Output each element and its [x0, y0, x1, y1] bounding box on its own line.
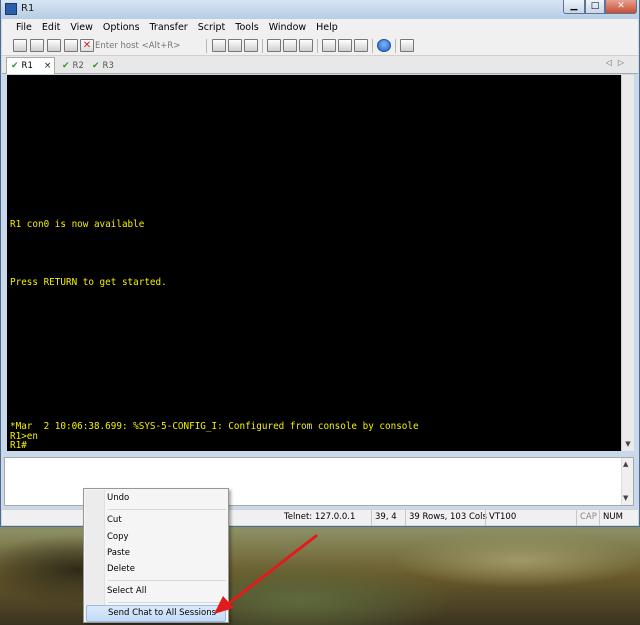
- tab-r3[interactable]: ✔ R3: [88, 57, 118, 74]
- reconnect-icon[interactable]: [64, 39, 78, 52]
- host-input[interactable]: [95, 38, 201, 53]
- status-connection: Telnet: 127.0.0.1: [284, 512, 356, 522]
- window-title: R1: [21, 3, 35, 14]
- tab-label: R3: [102, 60, 114, 71]
- print-selection-icon[interactable]: [299, 39, 313, 52]
- toolbar-separator: [372, 39, 373, 53]
- status-cursor: 39, 4: [371, 510, 404, 526]
- menu-transfer[interactable]: Transfer: [145, 22, 193, 33]
- quick-connect-icon[interactable]: [30, 39, 44, 52]
- menu-item-paste[interactable]: Paste: [86, 545, 226, 562]
- close-button[interactable]: ✕: [605, 0, 637, 14]
- menu-separator: [108, 580, 226, 581]
- tab-label: R2: [72, 60, 84, 71]
- menu-item-send-chat-to-all-sessions[interactable]: Send Chat to All Sessions: [86, 605, 226, 622]
- context-menu: Undo Cut Copy Paste Delete Select All Se…: [83, 488, 229, 623]
- menu-separator: [108, 602, 226, 603]
- menu-window[interactable]: Window: [264, 22, 311, 33]
- close-tab-icon[interactable]: ×: [44, 61, 52, 71]
- session-manager-icon[interactable]: [47, 39, 61, 52]
- terminal-line: R1#: [10, 440, 27, 451]
- menu-item-cut[interactable]: Cut: [86, 512, 226, 529]
- check-icon: ✔: [62, 60, 70, 71]
- tab-label: R1: [21, 61, 33, 71]
- disconnect-icon[interactable]: ✕: [80, 39, 94, 52]
- minimize-button[interactable]: ▁: [563, 0, 585, 14]
- print-icon[interactable]: [283, 39, 297, 52]
- scroll-down-icon[interactable]: ▼: [623, 439, 633, 449]
- menu-item-delete[interactable]: Delete: [86, 561, 226, 578]
- terminal-line: R1 con0 is now available: [10, 219, 145, 230]
- toolbar-separator: [206, 39, 207, 53]
- menu-item-undo[interactable]: Undo: [86, 490, 226, 507]
- terminal-line: Press RETURN to get started.: [10, 277, 167, 288]
- paste-icon[interactable]: [228, 39, 242, 52]
- menu-file[interactable]: File: [2, 22, 37, 33]
- toolbar-separator: [262, 39, 263, 53]
- menu-tools[interactable]: Tools: [230, 22, 263, 33]
- help-icon[interactable]: [377, 39, 391, 52]
- terminal-scrollbar[interactable]: ▼: [621, 75, 634, 451]
- tab-r2[interactable]: ✔ R2: [58, 57, 88, 74]
- chat-scrollbar[interactable]: ▲ ▼: [621, 458, 633, 505]
- menu-edit[interactable]: Edit: [37, 22, 65, 33]
- tab-r1[interactable]: ✔ R1 ×: [6, 57, 55, 74]
- session-options-icon[interactable]: [322, 39, 336, 52]
- menu-options[interactable]: Options: [98, 22, 145, 33]
- title-bar[interactable]: R1 ▁ □ ✕: [1, 0, 639, 19]
- toolbar-separator: [317, 39, 318, 53]
- menu-separator: [108, 509, 226, 510]
- tab-scroll-arrows[interactable]: ◁▷: [606, 58, 630, 67]
- maximize-button[interactable]: □: [585, 0, 605, 14]
- find-icon[interactable]: [244, 39, 258, 52]
- scroll-up-icon[interactable]: ▲: [623, 460, 628, 468]
- print-setup-icon[interactable]: [267, 39, 281, 52]
- global-options-icon[interactable]: [338, 39, 352, 52]
- copy-icon[interactable]: [212, 39, 226, 52]
- status-emulation: VT100: [485, 510, 575, 526]
- menu-script[interactable]: Script: [193, 22, 231, 33]
- toolbar-separator: [395, 39, 396, 53]
- terminal-line: *Mar 2 10:06:38.699: %SYS-5-CONFIG_I: Co…: [10, 421, 419, 432]
- menu-bar: File Edit View Options Transfer Script T…: [2, 19, 638, 36]
- menu-help[interactable]: Help: [311, 22, 343, 33]
- sftp-icon[interactable]: [400, 39, 414, 52]
- app-window: R1 ▁ □ ✕ File Edit View Options Transfer…: [0, 0, 640, 527]
- check-icon: ✔: [92, 60, 100, 71]
- status-num: NUM: [599, 510, 629, 526]
- menu-item-copy[interactable]: Copy: [86, 529, 226, 546]
- terminal-screen[interactable]: R1 con0 is now available Press RETURN to…: [7, 75, 621, 451]
- app-icon: [5, 3, 17, 15]
- check-icon: ✔: [11, 61, 19, 71]
- keymap-icon[interactable]: [354, 39, 368, 52]
- connect-icon[interactable]: [13, 39, 27, 52]
- scroll-down-icon[interactable]: ▼: [623, 494, 628, 502]
- status-dimensions: 39 Rows, 103 Cols: [405, 510, 487, 526]
- session-tab-bar: ✔ R1 × ✔ R2 ✔ R3 ◁▷: [2, 56, 638, 74]
- status-caps: CAP: [576, 510, 599, 526]
- menu-view[interactable]: View: [65, 22, 98, 33]
- menu-item-select-all[interactable]: Select All: [86, 583, 226, 600]
- toolbar: ✕: [2, 36, 638, 56]
